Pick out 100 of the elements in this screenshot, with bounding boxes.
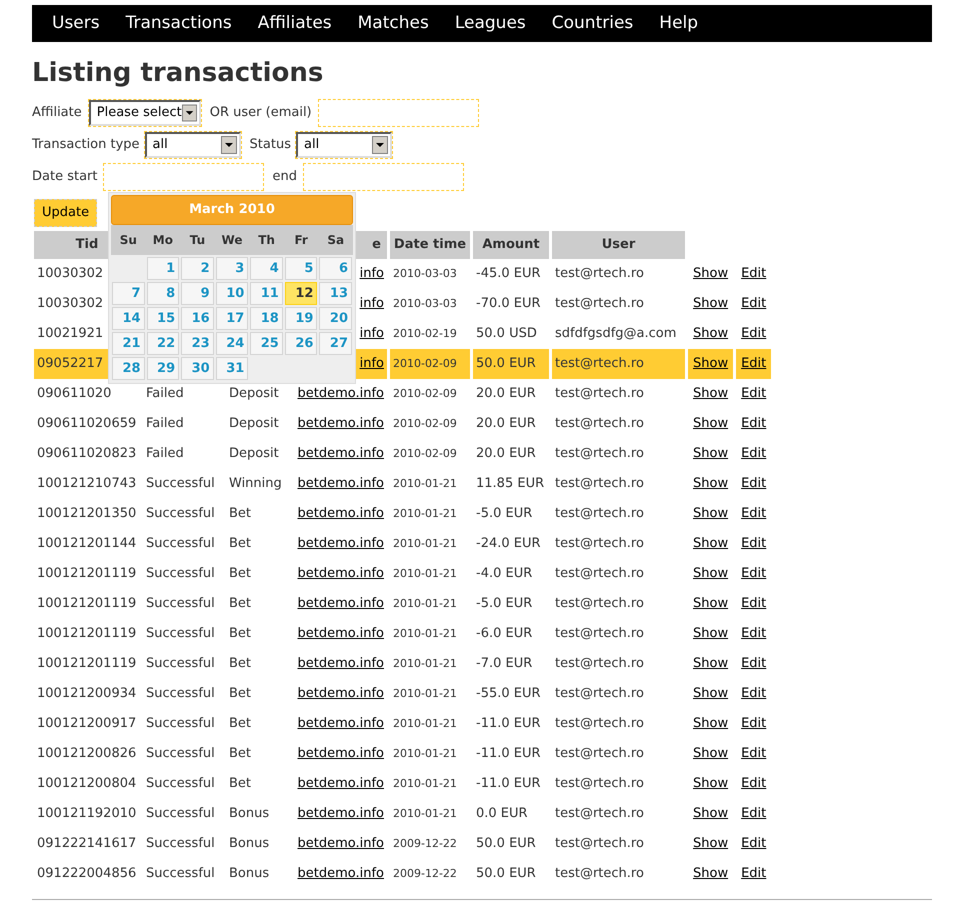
show-link[interactable]: Show [693, 686, 728, 702]
show-link[interactable]: Show [693, 506, 728, 522]
show-link[interactable]: Show [693, 536, 728, 552]
transaction-type-select[interactable]: all [144, 131, 242, 159]
site-link[interactable]: betdemo.info [298, 656, 384, 672]
edit-link[interactable]: Edit [741, 776, 766, 792]
show-link[interactable]: Show [693, 626, 728, 642]
table-cell: Successful [146, 656, 215, 672]
show-link[interactable]: Show [693, 566, 728, 582]
show-link[interactable]: Show [693, 326, 728, 342]
show-link[interactable]: Show [693, 416, 728, 432]
table-cell: test@rtech.ro [555, 296, 644, 312]
show-link[interactable]: Show [693, 716, 728, 732]
site-link[interactable]: betdemo.info [298, 716, 384, 732]
edit-link[interactable]: Edit [741, 326, 766, 342]
show-link[interactable]: Show [693, 866, 728, 882]
nav-link[interactable]: Help [659, 10, 698, 36]
edit-link[interactable]: Edit [741, 626, 766, 642]
table-cell: 2010-01-21 [393, 536, 457, 550]
table-cell: 20.0 EUR [476, 446, 536, 462]
show-link[interactable]: Show [693, 806, 728, 822]
edit-link[interactable]: Edit [741, 596, 766, 612]
table-cell: 100121200826 [37, 746, 136, 762]
calendar-day[interactable]: 12 [284, 282, 318, 305]
edit-link[interactable]: Edit [741, 686, 766, 702]
table-cell: test@rtech.ro [555, 566, 644, 582]
site-link[interactable]: info [360, 296, 384, 312]
nav-link[interactable]: Matches [358, 10, 429, 36]
show-link[interactable]: Show [693, 476, 728, 492]
table-cell: test@rtech.ro [555, 356, 644, 372]
show-link[interactable]: Show [693, 386, 728, 402]
nav-link[interactable]: Users [52, 10, 100, 36]
nav-link[interactable]: Transactions [126, 10, 232, 36]
site-link[interactable]: betdemo.info [298, 446, 384, 462]
weekday-label: Fr [293, 232, 309, 249]
user-email-field[interactable] [318, 99, 479, 127]
table-cell: 2010-01-21 [393, 806, 457, 820]
site-link[interactable]: betdemo.info [298, 416, 384, 432]
table-cell: Successful [146, 596, 215, 612]
date-start-field[interactable] [103, 163, 264, 191]
table-cell: Bet [229, 536, 252, 552]
status-label: Status [250, 136, 291, 154]
show-link[interactable]: Show [693, 776, 728, 792]
edit-link[interactable]: Edit [741, 566, 766, 582]
site-link[interactable]: betdemo.info [298, 836, 384, 852]
site-link[interactable]: betdemo.info [298, 746, 384, 762]
edit-link[interactable]: Edit [741, 806, 766, 822]
table-cell: Failed [146, 386, 184, 402]
site-link[interactable]: info [360, 356, 384, 372]
site-link[interactable]: betdemo.info [298, 566, 384, 582]
edit-link[interactable]: Edit [741, 506, 766, 522]
table-cell: 2010-01-21 [393, 476, 457, 490]
show-link[interactable]: Show [693, 446, 728, 462]
site-link[interactable]: betdemo.info [298, 626, 384, 642]
site-link[interactable]: betdemo.info [298, 806, 384, 822]
affiliate-select[interactable]: Please select [88, 99, 202, 127]
nav-link[interactable]: Affiliates [258, 10, 332, 36]
site-link[interactable]: betdemo.info [298, 596, 384, 612]
edit-link[interactable]: Edit [741, 716, 766, 732]
table-cell: 2010-01-21 [393, 626, 457, 640]
site-link[interactable]: info [360, 266, 384, 282]
edit-link[interactable]: Edit [741, 656, 766, 672]
table-cell: 2010-01-21 [393, 686, 457, 700]
table-cell: -11.0 EUR [476, 716, 541, 732]
table-cell: test@rtech.ro [555, 266, 644, 282]
table-cell: Bet [229, 626, 252, 642]
table-cell: Successful [146, 866, 215, 882]
site-link[interactable]: betdemo.info [298, 776, 384, 792]
edit-link[interactable]: Edit [741, 446, 766, 462]
site-link[interactable]: info [360, 326, 384, 342]
site-link[interactable]: betdemo.info [298, 386, 384, 402]
edit-link[interactable]: Edit [741, 266, 766, 282]
show-link[interactable]: Show [693, 596, 728, 612]
user-label: OR user (email) [210, 104, 312, 122]
weekday-label: Sa [326, 232, 346, 249]
site-link[interactable]: betdemo.info [298, 686, 384, 702]
edit-link[interactable]: Edit [741, 476, 766, 492]
show-link[interactable]: Show [693, 746, 728, 762]
edit-link[interactable]: Edit [741, 296, 766, 312]
edit-link[interactable]: Edit [741, 386, 766, 402]
show-link[interactable]: Show [693, 656, 728, 672]
edit-link[interactable]: Edit [741, 836, 766, 852]
site-link[interactable]: betdemo.info [298, 506, 384, 522]
nav-link[interactable]: Countries [552, 10, 634, 36]
show-link[interactable]: Show [693, 296, 728, 312]
edit-link[interactable]: Edit [741, 416, 766, 432]
edit-link[interactable]: Edit [741, 746, 766, 762]
nav-link[interactable]: Leagues [454, 10, 526, 36]
edit-link[interactable]: Edit [741, 536, 766, 552]
site-link[interactable]: betdemo.info [298, 476, 384, 492]
date-end-label: end [272, 168, 297, 186]
show-link[interactable]: Show [693, 266, 728, 282]
show-link[interactable]: Show [693, 836, 728, 852]
edit-link[interactable]: Edit [741, 866, 766, 882]
update-button[interactable]: Update [34, 199, 98, 227]
site-link[interactable]: betdemo.info [298, 866, 384, 882]
site-link[interactable]: betdemo.info [298, 536, 384, 552]
table-cell: 50.0 EUR [476, 836, 536, 852]
status-select[interactable]: all [294, 131, 393, 159]
date-end-field[interactable] [302, 163, 464, 191]
